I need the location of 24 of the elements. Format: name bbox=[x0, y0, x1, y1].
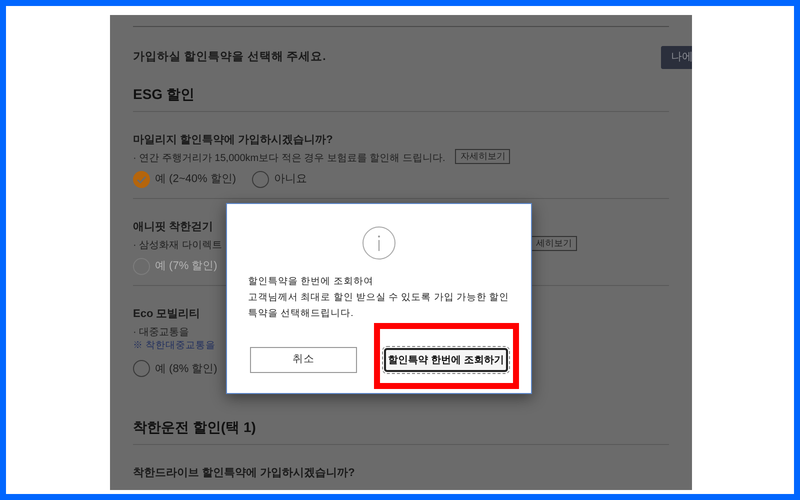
confirm-button[interactable]: 할인특약 한번에 조회하기 bbox=[384, 348, 508, 372]
section-heading: 착한운전 할인(택 1) bbox=[133, 417, 669, 446]
checked-radio-icon[interactable] bbox=[133, 171, 150, 188]
info-icon bbox=[362, 226, 396, 260]
option-label: 예 (2~40% 할인) bbox=[155, 172, 236, 188]
description-text: · 대중교통을 bbox=[133, 326, 190, 338]
dialog-message: 할인특약을 한번에 조회하여 고객님께서 최대로 할인 받으실 수 있도록 가입 가능한 할인 특약을 선택해드립니다. bbox=[248, 275, 510, 321]
question-text: 마일리지 할인특약에 가입하시겠습니까? bbox=[133, 133, 333, 148]
option-label: 예 (7% 할인) bbox=[155, 259, 218, 274]
question-text: 착한드라이브 할인특약에 가입하시겠습니까? bbox=[133, 466, 355, 482]
section-heading: ESG 할인 bbox=[133, 84, 669, 112]
instruction-text: 가입하실 할인특약을 선택해 주세요. bbox=[133, 50, 326, 65]
question-text: 애니핏 착한걷기 bbox=[133, 220, 214, 235]
question-text: Eco 모빌리티 bbox=[133, 307, 200, 322]
option-label: 아니요 bbox=[274, 172, 307, 188]
description-text: · 삼성화재 다이렉트 bbox=[133, 240, 222, 250]
radio-icon[interactable] bbox=[133, 360, 150, 378]
details-button[interactable]: 자세히보기 bbox=[455, 149, 510, 164]
description-text: · 연간 주행거리가 15,000km보다 적은 경우 보험료를 할인해 드립니다. bbox=[133, 152, 446, 164]
cancel-button[interactable]: 취소 bbox=[250, 347, 357, 373]
note-text: ※ 착한대중교통을 bbox=[133, 339, 216, 353]
radio-icon[interactable] bbox=[252, 171, 269, 188]
top-button[interactable]: 나에 bbox=[661, 46, 692, 69]
option-label: 예 (8% 할인) bbox=[155, 362, 218, 376]
